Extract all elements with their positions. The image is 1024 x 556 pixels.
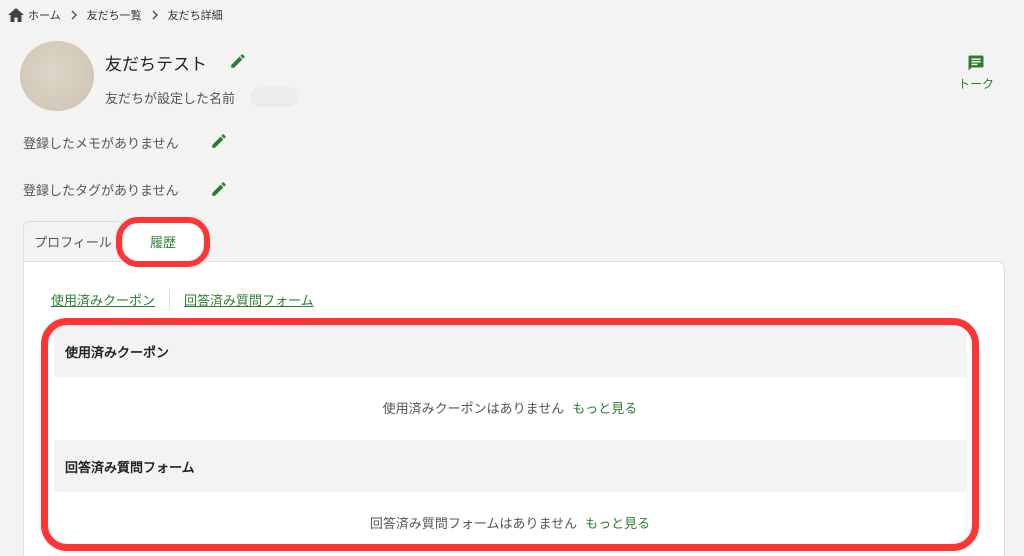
friend-name: 友だちテスト <box>105 55 207 75</box>
highlight-tab-history <box>116 217 210 267</box>
tab-profile[interactable]: プロフィール <box>23 221 123 261</box>
chevron-right-icon <box>152 10 158 20</box>
breadcrumb-home[interactable]: ホーム <box>28 7 61 23</box>
talk-button-label: トーク <box>957 77 994 91</box>
breadcrumb-current: 友だち詳細 <box>167 9 223 22</box>
breadcrumb-friend-list[interactable]: 友だち一覧 <box>87 7 142 23</box>
tag-text: 登録したタグがありません <box>23 184 179 199</box>
divider <box>169 289 171 309</box>
edit-tags-pencil-icon[interactable] <box>210 180 228 198</box>
breadcrumb: ホーム 友だち一覧 友だち詳細 <box>8 6 223 24</box>
avatar <box>20 41 94 111</box>
edit-name-pencil-icon[interactable] <box>229 52 247 70</box>
link-answered-forms[interactable]: 回答済み質問フォーム <box>184 290 314 309</box>
display-name-label: 友だちが設定した名前 <box>105 92 236 107</box>
chat-icon <box>968 55 984 71</box>
link-used-coupons[interactable]: 使用済みクーポン <box>51 290 155 309</box>
chevron-right-icon <box>71 10 77 20</box>
display-name-value <box>250 87 298 107</box>
memo-text: 登録したメモがありません <box>23 137 179 152</box>
highlight-history-sections <box>41 318 979 551</box>
home-icon[interactable] <box>8 8 24 22</box>
talk-button[interactable]: トーク <box>952 54 1000 92</box>
edit-memo-pencil-icon[interactable] <box>210 132 228 150</box>
history-sublinks: 使用済みクーポン 回答済み質問フォーム <box>51 289 314 309</box>
